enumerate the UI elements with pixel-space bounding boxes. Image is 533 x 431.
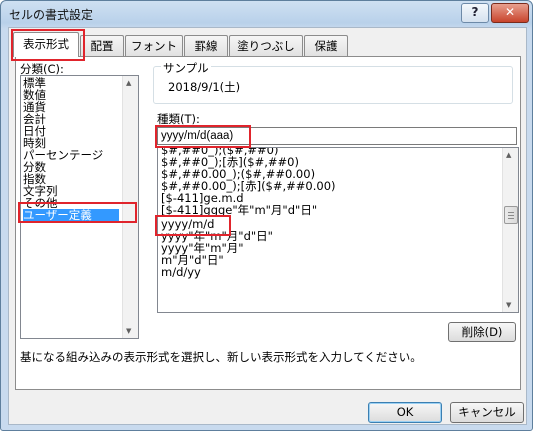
scroll-down-icon[interactable]: ▼: [506, 301, 511, 309]
format-code-input[interactable]: [157, 127, 517, 145]
dialog-client-area: 表示形式 配置 フォント 罫線 塗りつぶし 保護 分類(C): 標準 数値 通貨…: [8, 27, 527, 425]
tab-alignment[interactable]: 配置: [80, 35, 124, 56]
category-list[interactable]: 標準 数値 通貨 会計 日付 時刻 パーセンテージ 分数 指数 文字列 その他 …: [20, 75, 139, 339]
scroll-thumb[interactable]: [504, 206, 518, 224]
scroll-up-icon[interactable]: ▲: [506, 151, 511, 159]
description-text: 基になる組み込みの表示形式を選択し、新しい表示形式を入力してください。: [20, 350, 422, 364]
sample-value: 2018/9/1(土): [168, 80, 241, 94]
list-item[interactable]: [$-411]ggge"年"m"月"d"日": [161, 204, 317, 216]
format-scrollbar[interactable]: ▲ ▼: [502, 148, 518, 312]
list-item-selected[interactable]: ユーザー定義: [23, 209, 119, 221]
tab-font[interactable]: フォント: [125, 35, 183, 56]
close-button[interactable]: ✕: [491, 3, 529, 23]
dialog-title: セルの書式設定: [9, 8, 94, 22]
ok-button[interactable]: OK: [368, 402, 442, 423]
tab-border[interactable]: 罫線: [184, 35, 228, 56]
tab-protection[interactable]: 保護: [304, 35, 348, 56]
help-button[interactable]: ?: [461, 3, 489, 23]
scroll-down-icon[interactable]: ▼: [126, 327, 131, 335]
title-bar[interactable]: セルの書式設定 ? ✕: [1, 1, 532, 28]
category-scrollbar[interactable]: ▲ ▼: [122, 76, 138, 338]
cancel-button[interactable]: キャンセル: [450, 402, 524, 423]
type-label: 種類(T):: [157, 112, 200, 126]
format-cells-dialog: セルの書式設定 ? ✕ 表示形式 配置 フォント 罫線 塗りつぶし 保護 分類(…: [0, 0, 533, 431]
delete-button[interactable]: 削除(D): [448, 322, 516, 342]
tab-number-format[interactable]: 表示形式: [13, 32, 79, 57]
scroll-up-icon[interactable]: ▲: [126, 79, 131, 87]
tab-fill[interactable]: 塗りつぶし: [229, 35, 303, 56]
sample-label: サンプル: [161, 60, 211, 76]
tab-panel: 分類(C): 標準 数値 通貨 会計 日付 時刻 パーセンテージ 分数 指数 文…: [15, 56, 521, 390]
list-item[interactable]: m/d/yy: [161, 266, 201, 278]
format-list[interactable]: $#,##0_);($#,##0) $#,##0_);[赤]($#,##0) $…: [157, 147, 519, 313]
